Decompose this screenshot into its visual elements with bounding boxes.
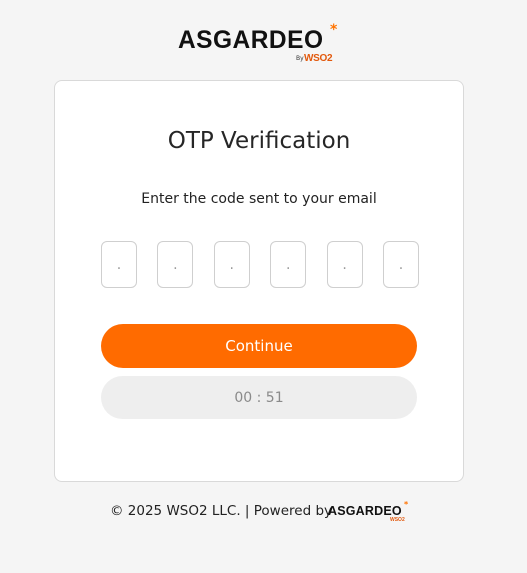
logo-by-text: By	[296, 55, 304, 62]
logo-wordmark: ASGARDEO	[178, 26, 324, 54]
footer-asgardeo-logo: ASGARDEO * WSO2	[328, 500, 418, 524]
logo-wso2-text: WSO2	[304, 53, 333, 64]
otp-digit-4[interactable]	[270, 241, 307, 288]
footer-logo-wso2-text: WSO2	[390, 517, 405, 523]
footer-logo-star-icon: *	[404, 500, 409, 509]
otp-input-group	[101, 241, 419, 290]
otp-digit-3[interactable]	[213, 241, 250, 288]
page-title: OTP Verification	[167, 128, 351, 154]
continue-button[interactable]: Continue	[101, 324, 417, 368]
otp-card: OTP Verification Enter the code sent to …	[54, 80, 464, 482]
footer-copyright-text: © 2025 WSO2 LLC. | Powered by	[110, 503, 332, 519]
otp-digit-1[interactable]	[101, 241, 137, 288]
otp-digit-2[interactable]	[157, 241, 194, 288]
logo-star-icon: *	[330, 22, 338, 38]
footer: © 2025 WSO2 LLC. | Powered by ASGARDEO *…	[110, 500, 430, 524]
asgardeo-logo: ASGARDEO * By WSO2	[178, 22, 348, 70]
otp-digit-6[interactable]	[382, 241, 419, 288]
instruction-text: Enter the code sent to your email	[141, 191, 377, 207]
otp-digit-5[interactable]	[326, 241, 363, 288]
footer-logo-wordmark: ASGARDEO	[328, 504, 402, 518]
resend-timer-button: 00 : 51	[101, 376, 417, 419]
